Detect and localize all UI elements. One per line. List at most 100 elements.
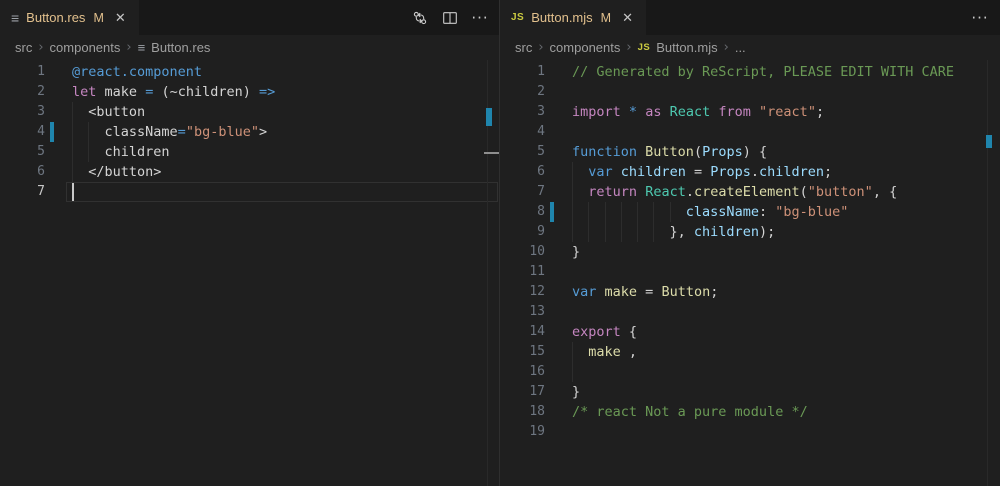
line-number[interactable]: 17 [529,382,545,402]
code-editor[interactable]: 1 // Generated by ReScript, PLEASE EDIT W… [500,60,1000,486]
code-line-text[interactable]: /* react Not a pure module */ [572,402,1000,422]
code-line-text[interactable]: export { [572,322,1000,342]
breadcrumb-item[interactable]: components [550,40,621,55]
line-number[interactable]: 15 [529,342,545,362]
split-editor-icon[interactable] [438,6,462,30]
breadcrumb-item-file[interactable]: Button.mjs [656,40,717,55]
gutter: 4 [500,122,572,142]
code-line-text[interactable] [572,122,1000,142]
code-line-text[interactable]: // Generated by ReScript, PLEASE EDIT WI… [572,62,1000,82]
code-line: 6 var children = Props.children; [500,162,1000,182]
code-editor[interactable]: 1 @react.component 2 let make = (~children)… [0,60,500,486]
code-line-text[interactable] [572,362,1000,382]
line-number[interactable]: 1 [37,62,45,82]
line-number[interactable]: 8 [537,202,545,222]
code-line-text[interactable]: className: "bg-blue" [572,202,1000,222]
editor-tab-button-mjs[interactable]: JS Button.mjs M ✕ [500,0,646,35]
indent-guide [572,342,573,362]
code-line: 2 [500,82,1000,102]
more-actions-icon[interactable]: ··· [468,6,492,30]
code-line: 3 import * as React from "react"; [500,102,1000,122]
code-line-text[interactable]: className="bg-blue"> [72,122,500,142]
code-line-text[interactable]: } [572,242,1000,262]
close-icon[interactable]: ✕ [620,9,635,27]
gutter: 2 [500,82,572,102]
indent-guide [653,202,654,222]
line-number[interactable]: 4 [537,122,545,142]
line-number[interactable]: 5 [37,142,45,162]
line-number[interactable]: 2 [37,82,45,102]
code-line-text[interactable]: @react.component [72,62,500,82]
code-line: 12 var make = Button; [500,282,1000,302]
code-line-text[interactable]: return React.createElement("button", { [572,182,1000,202]
line-number[interactable]: 4 [37,122,45,142]
line-number[interactable]: 18 [529,402,545,422]
line-number[interactable]: 13 [529,302,545,322]
line-number[interactable]: 2 [537,82,545,102]
code-line-text[interactable]: }, children); [572,222,1000,242]
file-icon: ≡ [11,11,19,25]
code-line-text[interactable] [572,422,1000,442]
line-number[interactable]: 6 [537,162,545,182]
code-line-text[interactable]: var children = Props.children; [572,162,1000,182]
code-line-text[interactable]: import * as React from "react"; [572,102,1000,122]
indent-guide [637,222,638,242]
code-line-text[interactable]: } [572,382,1000,402]
indent-guide [653,222,654,242]
code-line-text[interactable]: children [72,142,500,162]
tab-bar: JS Button.mjs M ✕ ··· [500,0,1000,35]
editor-actions: ··· [968,0,992,35]
line-number[interactable]: 16 [529,362,545,382]
breadcrumb-item[interactable]: components [50,40,121,55]
code-line-text[interactable]: make , [572,342,1000,362]
code-line-text[interactable]: <button [72,102,500,122]
editor-tab-button-res[interactable]: ≡ Button.res M ✕ [0,0,139,35]
indent-guide [72,142,73,162]
code-line-text[interactable]: function Button(Props) { [572,142,1000,162]
chevron-right-icon: › [718,40,735,55]
line-number[interactable]: 7 [37,182,45,202]
line-number[interactable]: 11 [529,262,545,282]
code-line-text[interactable]: var make = Button; [572,282,1000,302]
line-number[interactable]: 5 [537,142,545,162]
line-number[interactable]: 19 [529,422,545,442]
code-line-text[interactable] [572,302,1000,322]
code-line: 6 </button> [0,162,500,182]
gutter: 14 [500,322,572,342]
code-line: 5 function Button(Props) { [500,142,1000,162]
code-line-text[interactable] [572,262,1000,282]
code-line: 3 <button [0,102,500,122]
gutter: 3 [500,102,572,122]
overview-modified-marker [986,135,992,148]
editor-group-divider[interactable] [499,0,500,486]
breadcrumb-item[interactable]: src [15,40,32,55]
line-number[interactable]: 6 [37,162,45,182]
tab-title: Button.mjs [531,10,592,25]
open-changes-icon[interactable] [408,6,432,30]
git-modified-marker [50,122,54,142]
line-number[interactable]: 10 [529,242,545,262]
code-line-text[interactable] [572,82,1000,102]
indent-guide [72,102,73,122]
line-number[interactable]: 7 [537,182,545,202]
tab-title: Button.res [26,10,85,25]
code-line-text[interactable] [72,182,500,202]
vscode-window: ≡ Button.res M ✕ ··· src›components›≡But… [0,0,1000,486]
close-icon[interactable]: ✕ [113,9,128,27]
line-number[interactable]: 9 [537,222,545,242]
line-number[interactable]: 14 [529,322,545,342]
code-line-text[interactable]: let make = (~children) => [72,82,500,102]
breadcrumb-item[interactable]: src [515,40,532,55]
breadcrumb-item-symbol[interactable]: ... [735,40,746,55]
more-actions-icon[interactable]: ··· [968,6,992,30]
line-number[interactable]: 1 [537,62,545,82]
line-number[interactable]: 3 [537,102,545,122]
line-number[interactable]: 12 [529,282,545,302]
code-line: 5 children [0,142,500,162]
gutter: 9 [500,222,572,242]
chevron-right-icon: › [620,40,637,55]
indent-guide [572,182,573,202]
line-number[interactable]: 3 [37,102,45,122]
code-line-text[interactable]: </button> [72,162,500,182]
breadcrumb-item-file[interactable]: Button.res [151,40,210,55]
